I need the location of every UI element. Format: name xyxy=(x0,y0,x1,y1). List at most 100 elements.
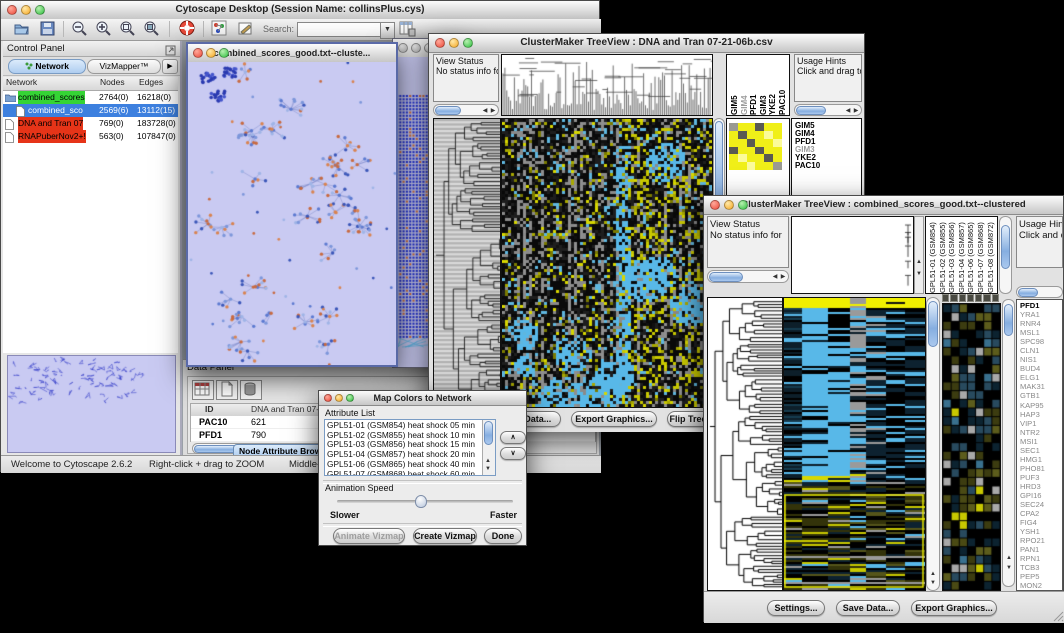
gene-label[interactable]: NIS1 xyxy=(1020,355,1045,364)
matrix-cell[interactable] xyxy=(773,123,782,131)
zoom-button[interactable] xyxy=(738,200,748,210)
minimize-button[interactable] xyxy=(335,394,343,402)
gene-label[interactable]: RPO21 xyxy=(1020,536,1045,545)
gene-label[interactable]: YSH1 xyxy=(1020,527,1045,536)
search-input[interactable] xyxy=(297,22,384,37)
matrix-cell[interactable] xyxy=(747,131,756,139)
matrix-cell[interactable] xyxy=(764,154,773,162)
gene-label[interactable]: HMG1 xyxy=(1020,455,1045,464)
gpl-column-label[interactable]: GPL51-01 (GSM854) xyxy=(928,218,937,293)
tv2-column-dendrogram[interactable] xyxy=(791,216,914,294)
minimize-button[interactable] xyxy=(724,200,734,210)
attribute-item[interactable]: GPL51-07 (GSM868) heat shock 60 min xyxy=(327,470,482,476)
matrix-cell[interactable] xyxy=(729,131,738,139)
close-button[interactable] xyxy=(324,394,332,402)
minimize-button[interactable] xyxy=(449,38,459,48)
move-down-button[interactable]: ∨ xyxy=(500,447,526,460)
gene-label[interactable]: HRD3 xyxy=(1020,482,1045,491)
matrix-cell[interactable] xyxy=(729,154,738,162)
close-button[interactable] xyxy=(435,38,445,48)
gene-label[interactable]: RPN1 xyxy=(1020,554,1045,563)
export-table-icon[interactable] xyxy=(399,20,417,38)
create-vizmap-button[interactable]: Create Vizmap xyxy=(413,528,477,544)
gene-label[interactable]: CLN1 xyxy=(1020,346,1045,355)
resize-grip[interactable] xyxy=(1052,610,1064,622)
gene-label[interactable]: FIG4 xyxy=(1020,518,1045,527)
vizmapper-icon[interactable] xyxy=(211,20,229,38)
gene-label[interactable]: HAP3 xyxy=(1020,410,1045,419)
gene-label[interactable]: CPA2 xyxy=(1020,509,1045,518)
matrix-cell[interactable] xyxy=(729,123,738,131)
gene-label[interactable]: TCB3 xyxy=(1020,563,1045,572)
matrix-cell[interactable] xyxy=(773,147,782,155)
tv1-column-label[interactable]: GIM4 xyxy=(740,57,749,115)
matrix-cell[interactable] xyxy=(764,139,773,147)
gene-label[interactable]: PFD1 xyxy=(1020,301,1045,310)
close-button[interactable] xyxy=(193,48,203,58)
matrix-cell[interactable] xyxy=(755,154,764,162)
gpl-column-label[interactable]: GPL51-07 (GSM868) xyxy=(976,218,985,293)
tv2-export-graphics-button[interactable]: Export Graphics... xyxy=(911,600,997,616)
tv1-column-label[interactable]: GIM5 xyxy=(730,57,739,115)
matrix-cell[interactable] xyxy=(738,139,747,147)
matrix-cell[interactable] xyxy=(729,139,738,147)
gene-label[interactable]: KAP95 xyxy=(1020,401,1045,410)
network-row[interactable]: combined_sco2569(6)13112(15) xyxy=(3,104,178,117)
gene-label[interactable]: SEC24 xyxy=(1020,500,1045,509)
matrix-cell[interactable] xyxy=(764,147,773,155)
network-row-name[interactable]: RNAPuberNov2+! xyxy=(18,130,86,143)
matrix-cell[interactable] xyxy=(738,162,747,170)
matrix-cell[interactable] xyxy=(747,123,756,131)
gene-label[interactable]: ELG1 xyxy=(1020,373,1045,382)
tv2-labels-vscrollbar[interactable] xyxy=(999,216,1012,294)
tv2-heatmap[interactable] xyxy=(783,297,926,591)
gene-label[interactable]: VIP1 xyxy=(1020,419,1045,428)
matrix-cell[interactable] xyxy=(729,162,738,170)
main-titlebar[interactable]: Cytoscape Desktop (Session Name: collins… xyxy=(1,1,599,20)
tv2-usage-scrollbar[interactable] xyxy=(1016,286,1063,298)
matrix-cell[interactable] xyxy=(747,139,756,147)
save-icon[interactable] xyxy=(39,20,57,38)
matrix-cell[interactable] xyxy=(747,162,756,170)
move-up-button[interactable]: ∧ xyxy=(500,431,526,444)
close-button[interactable] xyxy=(398,43,408,53)
matrix-cell[interactable] xyxy=(738,123,747,131)
tv1-usage-scrollbar[interactable]: ◀▶ xyxy=(794,104,862,116)
gene-label[interactable]: GPI16 xyxy=(1020,491,1045,500)
tv1-heatmap[interactable] xyxy=(501,118,713,408)
network-row-name[interactable]: combined_scores xyxy=(18,91,85,104)
minimize-button[interactable] xyxy=(206,48,216,58)
tab-overflow-arrow[interactable]: ▶ xyxy=(162,59,178,74)
treeview2-titlebar[interactable]: ClusterMaker TreeView : combined_scores_… xyxy=(704,196,1063,215)
gpl-column-label[interactable]: GPL51-02 (GSM855) xyxy=(938,218,947,293)
network-canvas-area[interactable] xyxy=(188,62,396,365)
matrix-cell[interactable] xyxy=(755,131,764,139)
delete-attribute-icon[interactable] xyxy=(240,380,262,400)
similarity-matrix[interactable] xyxy=(729,123,782,170)
close-button[interactable] xyxy=(710,200,720,210)
gene-label[interactable]: PEP5 xyxy=(1020,572,1045,581)
tv1-column-label[interactable]: YKE2 xyxy=(768,57,777,115)
tv2-settings-button[interactable]: Settings... xyxy=(767,600,825,616)
zoom-fit-icon[interactable] xyxy=(143,20,161,38)
matrix-cell[interactable] xyxy=(729,147,738,155)
matrix-cell[interactable] xyxy=(738,154,747,162)
gpl-column-label[interactable]: GPL51-06 (GSM865) xyxy=(966,218,975,293)
minimize-button[interactable] xyxy=(411,43,421,53)
network-row[interactable]: combined_scores2764(0)16218(0) xyxy=(3,91,178,104)
gene-label[interactable]: BUD4 xyxy=(1020,364,1045,373)
gene-label[interactable]: GTB1 xyxy=(1020,391,1045,400)
tv1-row-dendrogram[interactable] xyxy=(433,118,501,408)
tv2-heatmap-vscrollbar[interactable]: ▲▼ xyxy=(926,297,940,591)
help-icon[interactable] xyxy=(179,20,197,38)
minimize-button[interactable] xyxy=(21,5,31,15)
tv1-status-scrollbar[interactable]: ◀▶ xyxy=(433,104,499,116)
gpl-column-label[interactable]: GPL51-08 (GSM872) xyxy=(986,218,995,293)
close-button[interactable] xyxy=(7,5,17,15)
tv2-row-dendrogram[interactable] xyxy=(707,297,783,591)
matrix-cell[interactable] xyxy=(764,162,773,170)
matrix-cell[interactable] xyxy=(773,162,782,170)
matrix-cell[interactable] xyxy=(755,147,764,155)
col-nodes[interactable]: Nodes xyxy=(100,77,125,87)
network-overview-panel[interactable] xyxy=(7,355,176,453)
